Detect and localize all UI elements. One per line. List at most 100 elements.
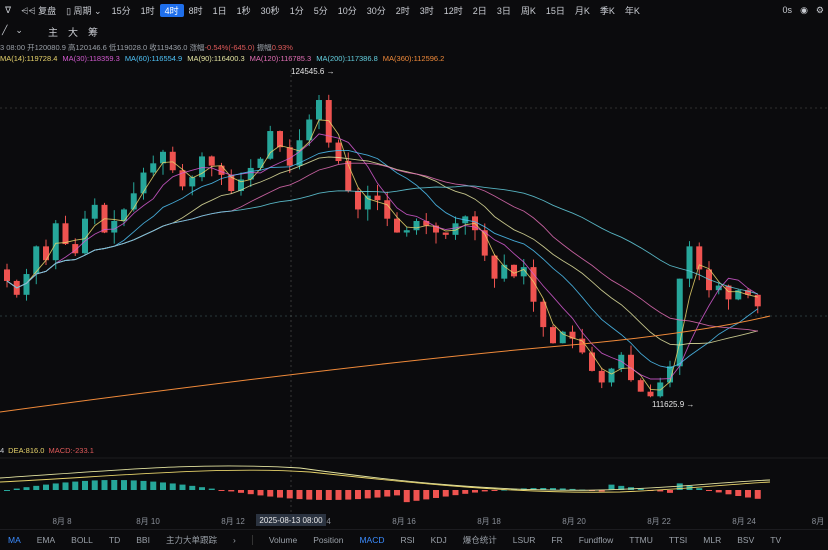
candle-body [637,380,644,392]
x-axis-label: 8月 22 [647,517,671,526]
candle-body [208,156,215,166]
macd-bar [335,490,342,500]
ma-line [6,185,758,295]
x-axis-label: 8月 10 [136,517,160,526]
sub-indicator-tab[interactable]: 爆仓统计 [455,534,505,546]
ma360-line [0,315,771,413]
candle-body [355,191,361,210]
macd-bar [140,480,147,490]
x-axis-label: 8月 8 [52,517,72,526]
macd-bar [355,490,361,500]
sub-indicator-tab[interactable]: LSUR [505,535,544,545]
candle-body [140,172,147,194]
macd-bar [257,490,264,496]
sub-indicator-tab[interactable]: Position [305,535,351,545]
macd-bar [238,490,244,493]
macd-bar [345,490,352,500]
sub-indicator-tab[interactable]: KDJ [423,535,455,545]
candle-body [550,327,556,344]
main-indicator-tab[interactable]: TD [101,535,128,545]
x-axis-label: 8月 18 [477,517,501,526]
sub-indicator-tab[interactable]: TV [762,535,789,545]
macd-bar [111,480,118,490]
candle-body [540,301,547,328]
sub-indicator-tab[interactable]: RSI [392,535,422,545]
candle-body [364,195,371,210]
x-axis-label: 8月 20 [562,517,586,526]
macd-bar [462,490,469,494]
macd-legend: 4 DEA:816.0 MACD:-233.1 [0,446,98,455]
macd-bar [13,488,20,490]
sub-indicator-tab[interactable]: BSV [729,535,762,545]
sub-indicator-tab[interactable]: FR [543,535,570,545]
macd-bar [199,487,205,490]
candle-body [530,267,537,302]
candle-body [335,142,342,162]
macd-bar [82,480,88,490]
sub-indicator-tab[interactable]: TTSI [661,535,695,545]
candle-body [374,195,381,201]
chevron-right-icon[interactable]: › [225,535,244,545]
candle-body [316,100,322,120]
macd-bar [296,490,303,500]
candle-body [647,391,654,397]
macd-bar [121,480,127,490]
macd-bar [189,485,196,490]
macd-bar [101,480,108,490]
main-indicator-tab[interactable]: MA [0,535,29,545]
candle-body [189,177,196,187]
macd-bar [491,490,498,491]
divider [251,535,253,545]
sub-indicator-tab[interactable]: Fundflow [571,535,622,545]
macd-bar [43,484,49,490]
macd-bar [442,490,449,497]
macd-bar [130,480,137,490]
sub-indicator-tab[interactable]: Volume [261,535,305,545]
ma-line [6,162,758,332]
candle-body [111,220,118,233]
macd-legend-item: 4 [0,446,5,455]
macd-bar [667,490,673,493]
candle-body [589,352,595,371]
main-indicator-tab[interactable]: BBI [128,535,158,545]
macd-bar [23,487,30,490]
candle-body [218,165,225,175]
candle-body [403,230,410,233]
ma-line [6,149,759,369]
macd-bar [247,490,254,495]
candle-body [43,246,49,261]
macd-bar [4,490,10,491]
candle-body [267,131,274,159]
price-chart[interactable]: 124545.6 →111625.9 →8月 88月 108月 128月 148… [0,0,828,529]
macd-bar [52,483,59,490]
macd-bar [745,490,751,498]
candle-body [160,151,166,164]
candle-body [413,220,420,231]
macd-bar [33,485,40,490]
candle-body [169,151,176,171]
macd-bar [208,488,215,490]
candle-body [384,200,391,219]
crosshair-time-label: 2025-08-13 08:00 [259,516,323,525]
macd-bar [423,490,430,500]
macd-bar [62,482,69,490]
sub-indicator-tab[interactable]: MLR [695,535,729,545]
main-indicator-tab[interactable]: 主力大单跟踪 [158,534,225,546]
ma-line [6,133,759,380]
macd-bar [286,490,293,499]
x-axis-label: 8月 12 [221,517,245,526]
sub-indicator-tab[interactable]: TTMU [621,535,661,545]
main-indicator-tab[interactable]: BOLL [63,535,101,545]
ma-line [6,119,758,391]
candle-body [150,163,157,173]
candle-body [686,246,693,279]
candle-body [511,264,517,277]
macd-bar [725,490,732,495]
main-indicator-tab[interactable]: EMA [29,535,63,545]
high-price-label: 124545.6 → [291,67,335,76]
macd-bar [277,490,283,498]
macd-bar [735,490,742,497]
macd-bar [472,490,478,493]
sub-indicator-tab[interactable]: MACD [351,535,392,545]
candle-body [4,269,10,281]
